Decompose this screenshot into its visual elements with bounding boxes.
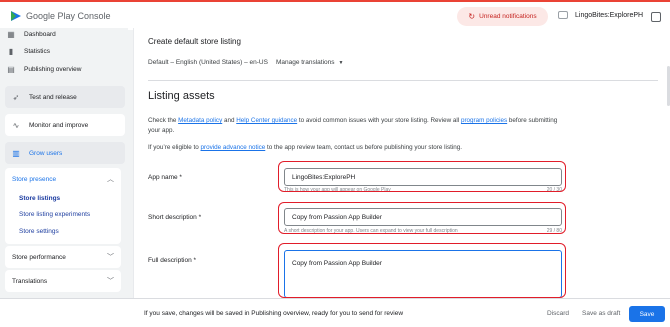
section-title: Create default store listing <box>148 37 241 46</box>
sidebar-item-monitor-and-improve[interactable]: ∿ Monitor and improve <box>5 114 125 136</box>
discard-button[interactable]: Discard <box>547 310 569 317</box>
chevron-down-icon: ﹀ <box>107 278 114 285</box>
chart-icon: ▥ <box>12 148 20 158</box>
advance-notice-link[interactable]: provide advance notice <box>201 144 266 151</box>
account-icon[interactable] <box>651 12 661 22</box>
highlight-box <box>278 202 566 234</box>
store-presence-group: Store presence ︿ Store listings Store li… <box>5 168 121 244</box>
text: to avoid common issues with your store l… <box>297 117 461 124</box>
play-console-logo[interactable]: Google Play Console <box>10 10 111 22</box>
manage-translations-dropdown[interactable]: Manage translations ▼ <box>276 59 344 66</box>
app-title: Google Play Console <box>26 11 111 21</box>
highlight-box <box>278 243 566 298</box>
default-language: Default – English (United States) – en-U… <box>148 59 268 66</box>
sidebar-item-store-listings[interactable]: Store listings <box>5 190 121 207</box>
sidebar-item-label: Dashboard <box>24 30 56 38</box>
caret-down-icon: ▼ <box>338 59 344 66</box>
trend-icon: ∿ <box>12 120 20 130</box>
top-bar: Google Play Console ↻ Unread notificatio… <box>0 0 670 30</box>
sidebar-item-store-settings[interactable]: Store settings <box>5 223 121 240</box>
store-performance-group[interactable]: Store performance ﹀ <box>5 246 121 268</box>
text: Check the <box>148 117 179 124</box>
translations-group[interactable]: Translations ﹀ <box>5 270 121 292</box>
metadata-policy-link[interactable]: Metadata policy <box>178 117 222 124</box>
store-presence-toggle[interactable]: Store presence ︿ <box>5 168 121 190</box>
language-row: Default – English (United States) – en-U… <box>148 59 343 66</box>
store-presence-label: Store presence <box>12 175 57 183</box>
account-name: LingoBites:ExplorePH <box>575 11 644 19</box>
main-content: Create default store listing Default – E… <box>133 28 670 298</box>
chevron-up-icon: ︿ <box>107 176 114 183</box>
sidebar-item-test-and-release[interactable]: ➶ Test and release <box>5 86 125 108</box>
save-bar: If you save, changes will be saved in Pu… <box>0 298 670 327</box>
sidebar-item-label: Publishing overview <box>24 65 82 73</box>
text: and <box>222 117 237 124</box>
sidebar-item-store-listing-experiments[interactable]: Store listing experiments <box>5 207 121 224</box>
sidebar-item-publishing-overview[interactable]: ▤ Publishing overview <box>6 58 81 80</box>
app-name-label: App name * <box>148 174 182 181</box>
help-center-link[interactable]: Help Center guidance <box>236 117 297 124</box>
divider <box>148 80 658 81</box>
short-description-label: Short description * <box>148 214 202 221</box>
highlight-box <box>278 161 566 192</box>
store-performance-label: Store performance <box>12 253 66 261</box>
rocket-icon: ➶ <box>12 92 20 102</box>
refresh-icon: ↻ <box>468 12 476 21</box>
unread-notifications-button[interactable]: ↻ Unread notifications <box>457 7 548 26</box>
program-policies-link[interactable]: program policies <box>461 117 507 124</box>
sidebar-item-label: Grow users <box>29 149 63 157</box>
save-as-draft-button[interactable]: Save as draft <box>582 310 620 317</box>
bar-chart-icon: ▮ <box>8 46 14 56</box>
play-logo-icon <box>11 11 21 21</box>
sidebar-item-label: Monitor and improve <box>29 121 89 129</box>
sidebar-item-label: Test and release <box>29 93 77 101</box>
advance-notice-paragraph: If you’re eligible to provide advance no… <box>148 144 568 151</box>
app-icon <box>558 11 568 19</box>
policy-paragraph: Check the Metadata policy and Help Cente… <box>148 116 568 135</box>
sidebar-item-label: Statistics <box>24 47 51 55</box>
chevron-down-icon: ﹀ <box>107 254 114 261</box>
sidebar: ▦ Dashboard ▮ Statistics ▤ Publishing ov… <box>0 28 128 298</box>
text: If you’re eligible to <box>148 144 201 151</box>
manage-translations-label: Manage translations <box>275 59 335 66</box>
account-switcher[interactable]: LingoBites:ExplorePH <box>558 11 643 19</box>
dashboard-icon: ▦ <box>7 29 15 39</box>
sidebar-item-grow-users[interactable]: ▥ Grow users <box>5 142 125 164</box>
publishing-icon: ▤ <box>7 64 15 74</box>
full-description-label: Full description * <box>148 257 197 264</box>
unread-notifications-label: Unread notifications <box>479 13 537 20</box>
save-button[interactable]: Save <box>629 306 665 322</box>
text: to the app review team, contact us befor… <box>265 144 462 151</box>
save-message: If you save, changes will be saved in Pu… <box>144 310 404 317</box>
translations-label: Translations <box>12 277 48 285</box>
listing-assets-heading: Listing assets <box>148 90 215 102</box>
